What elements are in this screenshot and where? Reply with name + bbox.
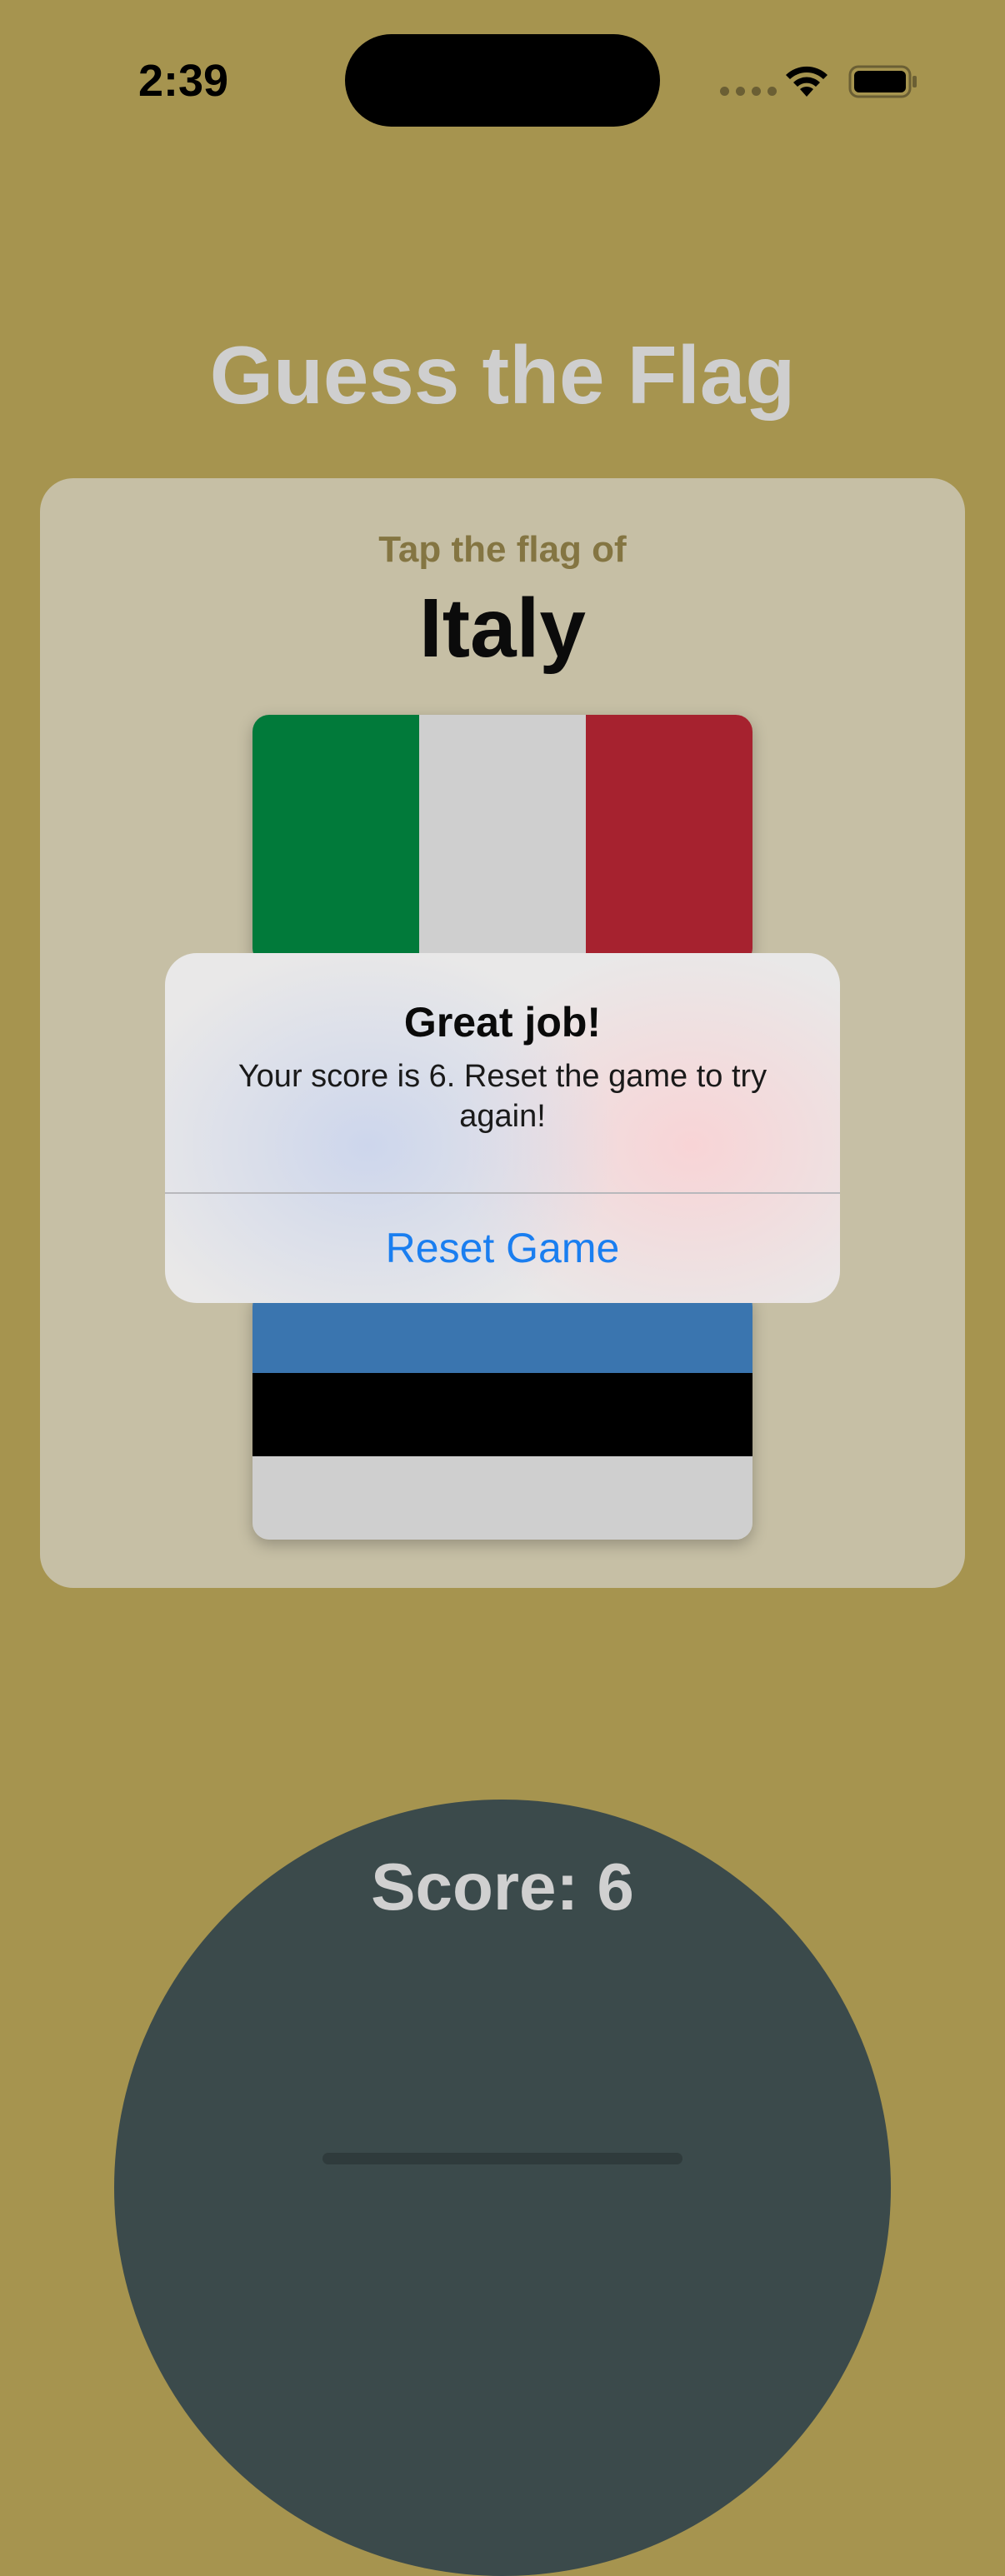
wifi-icon: [786, 66, 828, 97]
question-prompt: Tap the flag of: [378, 529, 627, 570]
score-label: Score: 6: [371, 1850, 634, 1924]
flag-stripe: [419, 715, 586, 965]
reset-game-button[interactable]: Reset Game: [165, 1194, 840, 1303]
alert-title: Great job!: [403, 999, 602, 1046]
flag-stripe: [586, 715, 752, 965]
country-name: Italy: [418, 582, 587, 675]
cellular-signal-icon: [720, 87, 777, 96]
page-title: Guess the Flag: [209, 329, 796, 421]
flag-button-italy[interactable]: [252, 715, 752, 965]
dynamic-island: [345, 34, 660, 127]
flag-stripe: [252, 715, 419, 965]
status-time: 2:39: [138, 56, 229, 106]
flag-stripe: [252, 1373, 752, 1456]
flag-stripe: [252, 1456, 752, 1540]
battery-icon: [848, 65, 917, 98]
alert-message: Your score is 6. Reset the game to try a…: [238, 1059, 768, 1134]
home-indicator: [322, 2153, 682, 2164]
flag-button-estonia[interactable]: [252, 1290, 752, 1540]
score-alert: Great job! Your score is 6. Reset the ga…: [165, 953, 840, 1303]
